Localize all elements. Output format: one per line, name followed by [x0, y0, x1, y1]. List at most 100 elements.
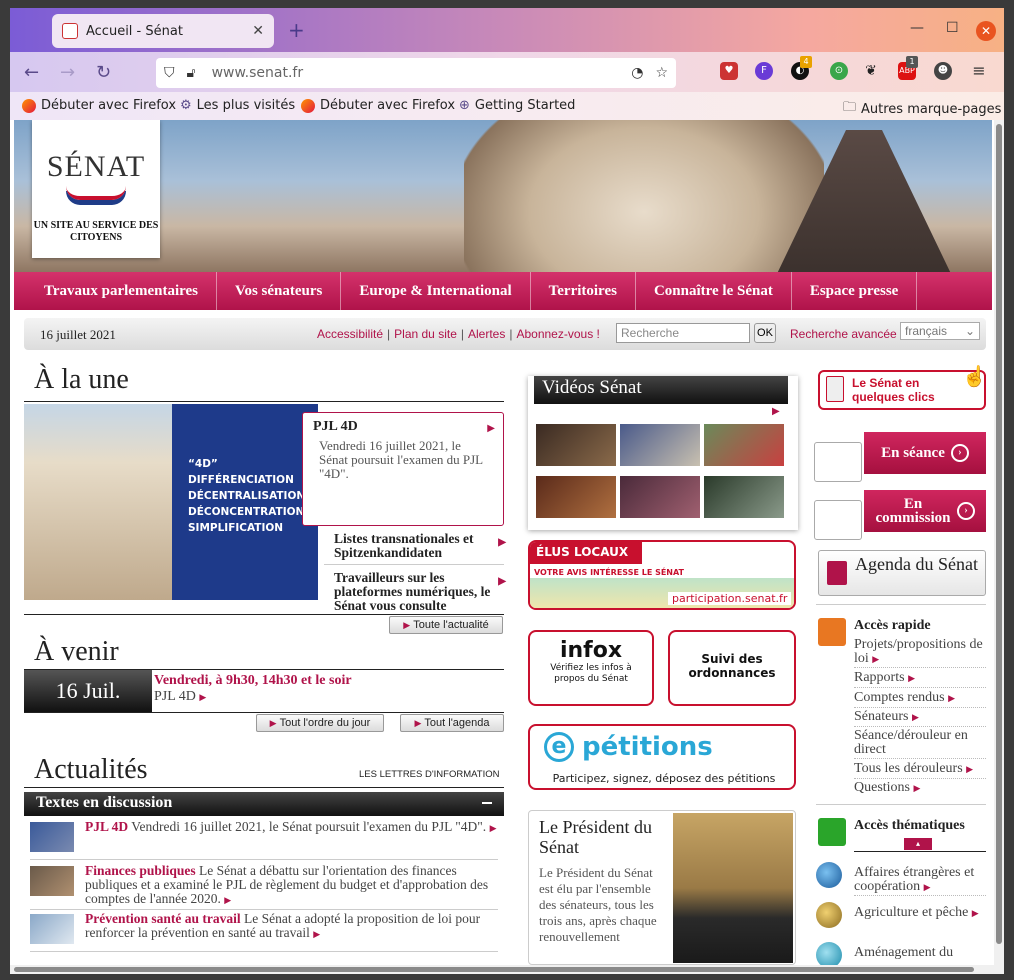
collapse-icon[interactable] — [482, 802, 492, 804]
new-tab-icon[interactable]: + — [288, 18, 305, 42]
expand-toggle-icon[interactable]: ▴ — [904, 838, 932, 850]
senat-logo[interactable]: SÉNAT UN SITE AU SERVICE DES CITOYENS — [32, 120, 160, 258]
news-title[interactable]: Prévention santé au travail — [85, 911, 241, 926]
videos-heading[interactable]: Vidéos Sénat — [534, 376, 788, 404]
news-item[interactable]: Finances publiques Le Sénat a débattu su… — [30, 864, 498, 910]
close-window-icon[interactable]: ✕ — [976, 21, 996, 41]
theme-link[interactable]: Agriculture et pêche ▶ — [854, 906, 986, 923]
url-bar[interactable]: ⛉ 🔓︎ www.senat.fr ◔ ☆ — [156, 58, 676, 88]
quick-link[interactable]: Tous les dérouleurs ▶ — [854, 762, 986, 779]
ext-paw-icon[interactable]: ❦ — [862, 62, 880, 80]
bookmark-item[interactable]: Débuter avec Firefox — [301, 98, 455, 113]
avenir-heading: À venir — [34, 636, 119, 667]
news-title[interactable]: PJL 4D — [85, 819, 128, 834]
agenda-button[interactable]: Agenda du Sénat — [818, 550, 986, 596]
ordonnances-banner[interactable]: Suivi des ordonnances — [668, 630, 796, 706]
bookmark-star-icon[interactable]: ☆ — [655, 65, 668, 81]
arrows-icon — [818, 818, 846, 846]
theme-link[interactable]: Aménagement du — [854, 946, 986, 963]
menu-travaux[interactable]: Travaux parlementaires — [14, 272, 218, 310]
forward-icon[interactable]: → — [60, 62, 75, 83]
agenda-button[interactable]: ▶ Tout l'agenda — [400, 714, 504, 732]
president-panel[interactable]: Le Président du Sénat Le Président du Sé… — [528, 810, 796, 965]
video-thumbnail[interactable] — [536, 476, 616, 518]
menu-icon[interactable]: ≡ — [970, 62, 988, 80]
menu-senateurs[interactable]: Vos sénateurs — [217, 272, 342, 310]
link-accessibilite[interactable]: Accessibilité — [317, 327, 383, 341]
bookmark-item[interactable]: ⊕ Getting Started — [459, 98, 575, 113]
news-title[interactable]: Finances publiques — [85, 863, 196, 878]
video-thumbnail[interactable] — [536, 424, 616, 466]
close-tab-icon[interactable]: ✕ — [252, 23, 264, 39]
une-image[interactable]: “4D” DIFFÉRENCIATION DÉCENTRALISATION DÉ… — [24, 404, 318, 600]
all-news-button[interactable]: ▶ Toute l'actualité — [389, 616, 503, 634]
scroll-thumb[interactable] — [996, 124, 1002, 944]
order-button[interactable]: ▶ Tout l'ordre du jour — [256, 714, 384, 732]
video-thumbnail[interactable] — [620, 476, 700, 518]
other-bookmarks[interactable]: 🗀︎ Autres marque-pages — [843, 98, 1001, 120]
utility-bar: 16 juillet 2021 Accessibilité | Plan du si… — [24, 318, 986, 350]
petitions-banner[interactable]: e pétitions Participez, signez, déposez … — [528, 724, 796, 790]
link-abonnez[interactable]: Abonnez-vous ! — [516, 327, 599, 341]
une-item[interactable]: Listes transnationales et Spitzenkandida… — [324, 532, 506, 565]
quick-link[interactable]: Rapports ▶ — [854, 671, 986, 688]
video-thumbnail[interactable] — [620, 424, 700, 466]
theme-link[interactable]: Affaires étrangères et coopération ▶ — [854, 866, 986, 896]
search-input[interactable]: Recherche — [616, 323, 750, 343]
language-select[interactable]: français ⌄ — [900, 322, 980, 340]
clics-banner[interactable]: Le Sénat en quelques clics ☝ — [818, 366, 987, 410]
link-plan[interactable]: Plan du site — [394, 327, 457, 341]
vertical-scrollbar[interactable] — [994, 120, 1004, 965]
search-ok-button[interactable]: OK — [754, 323, 776, 343]
ext-badge: 4 — [800, 56, 812, 68]
bookmark-item[interactable]: ⚙ Les plus visités — [180, 98, 295, 113]
infox-banner[interactable]: infox Vérifiez les infos à propos du Sén… — [528, 630, 654, 706]
quick-link[interactable]: Questions ▶ — [854, 781, 986, 798]
lock-icon[interactable]: 🔓︎ — [187, 65, 196, 81]
ext-green-icon[interactable]: ⊙ — [830, 62, 848, 80]
menu-europe[interactable]: Europe & International — [341, 272, 531, 310]
back-icon[interactable]: ← — [24, 62, 39, 83]
video-thumbnail[interactable] — [704, 476, 784, 518]
rss-icon[interactable]: ◔ — [631, 65, 643, 81]
tab-active[interactable]: Accueil - Sénat ✕ — [52, 14, 274, 48]
commission-box[interactable]: En commission › — [814, 490, 986, 550]
maximize-icon[interactable]: ☐ — [946, 20, 959, 36]
elus-locaux-banner[interactable]: ÉLUS LOCAUX VOTRE AVIS INTÉRESSE LE SÉNA… — [528, 540, 796, 610]
menu-connaitre[interactable]: Connaître le Sénat — [636, 272, 792, 310]
menu-presse[interactable]: Espace presse — [792, 272, 918, 310]
news-item[interactable]: Prévention santé au travail Le Sénat a a… — [30, 912, 498, 952]
advanced-search-link[interactable]: Recherche avancée — [790, 327, 897, 341]
menu-territoires[interactable]: Territoires — [531, 272, 636, 310]
event-title[interactable]: PJL 4D ▶ — [154, 689, 206, 705]
bookmark-item[interactable]: Débuter avec Firefox — [22, 98, 176, 113]
scroll-thumb[interactable] — [14, 967, 974, 972]
arrow-right-icon[interactable]: ▶ — [772, 406, 780, 417]
firefox-account-icon[interactable]: F — [755, 62, 773, 80]
video-thumbnail[interactable] — [704, 424, 784, 466]
une-item[interactable]: Travailleurs sur les plateformes numériq… — [324, 571, 506, 613]
une-callout[interactable]: PJL 4D Vendredi 16 juillet 2021, le Séna… — [302, 412, 504, 526]
minimize-icon[interactable]: — — [910, 20, 924, 36]
arrow-right-icon: ▶ — [908, 673, 915, 683]
quick-link-label: Questions — [854, 780, 910, 795]
quick-link[interactable]: Projets/propositions de loi ▶ — [854, 638, 986, 668]
web-page: SÉNAT UN SITE AU SERVICE DES CITOYENS Tr… — [10, 120, 994, 965]
event-time[interactable]: Vendredi, à 9h30, 14h30 et le soir — [154, 673, 352, 689]
url-text[interactable]: www.senat.fr — [212, 65, 304, 81]
hand-pointer-icon: ☝ — [962, 366, 987, 388]
quick-link[interactable]: Séance/dérouleur en direct — [854, 729, 986, 759]
pocket-icon[interactable]: ♥ — [720, 62, 738, 80]
quick-link[interactable]: Comptes rendus ▶ — [854, 691, 986, 708]
shield-icon[interactable]: ⛉ — [164, 65, 175, 81]
horizontal-scrollbar[interactable] — [10, 965, 1004, 974]
quick-link[interactable]: Sénateurs ▶ — [854, 710, 986, 727]
reload-icon[interactable]: ↻ — [96, 62, 111, 83]
bookmark-label: Débuter avec Firefox — [41, 98, 177, 113]
news-item[interactable]: PJL 4D Vendredi 16 juillet 2021, le Séna… — [30, 820, 498, 860]
seance-box[interactable]: En séance › — [814, 432, 986, 492]
link-alertes[interactable]: Alertes — [468, 327, 505, 341]
ext-mask-icon[interactable]: ☻ — [934, 62, 952, 80]
textes-bar[interactable]: Textes en discussion — [24, 792, 504, 816]
newsletters-link[interactable]: LES LETTRES D'INFORMATION — [359, 769, 499, 780]
